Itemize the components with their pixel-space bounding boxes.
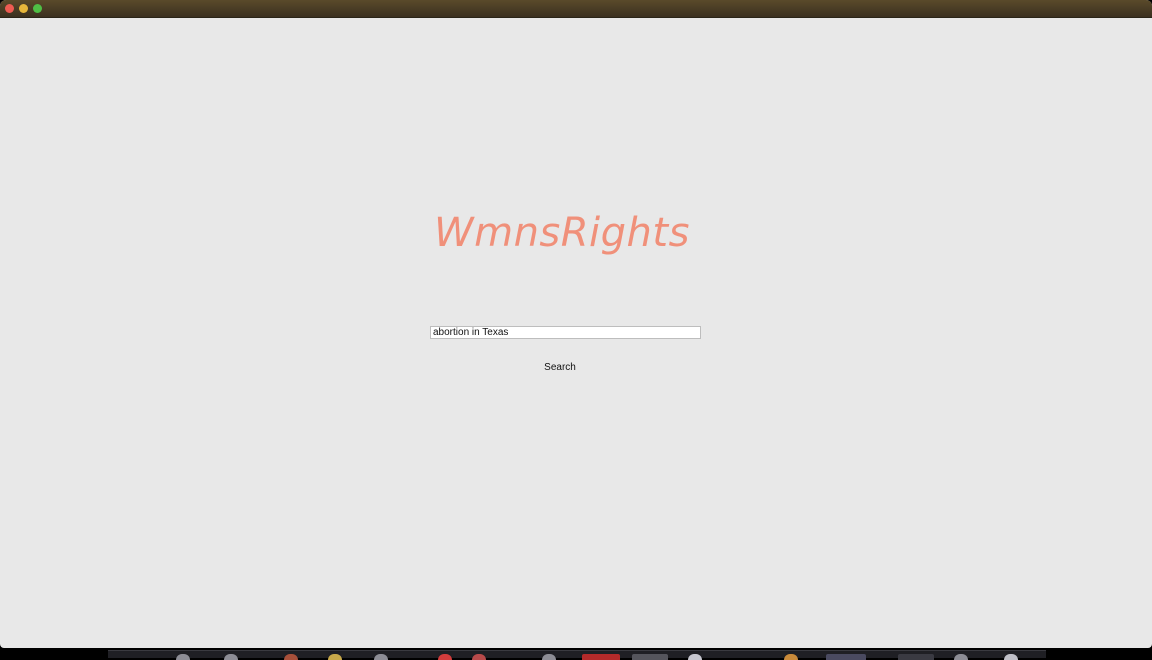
dock-app-icon[interactable]: [784, 654, 798, 660]
dock-app-icon[interactable]: [826, 654, 866, 660]
dock-app-icon[interactable]: [542, 654, 556, 660]
dock-app-icon[interactable]: [688, 654, 702, 660]
dock-app-icon[interactable]: [328, 654, 342, 660]
app-window: WmnsRights Search: [0, 0, 1152, 648]
minimize-window-icon[interactable]: [19, 4, 28, 13]
dock-app-icon[interactable]: [898, 654, 934, 660]
dock-app-icon[interactable]: [1004, 654, 1018, 660]
dock-app-icon[interactable]: [224, 654, 238, 660]
title-bar[interactable]: [0, 0, 1152, 18]
dock-app-icon[interactable]: [582, 654, 620, 660]
dock-app-icon[interactable]: [632, 654, 668, 660]
dock-app-icon[interactable]: [374, 654, 388, 660]
dock-app-icon[interactable]: [176, 654, 190, 660]
search-button[interactable]: Search: [533, 359, 587, 375]
dock-app-icon[interactable]: [472, 654, 486, 660]
app-title: WmnsRights: [434, 210, 690, 256]
dock-app-icon[interactable]: [954, 654, 968, 660]
search-input[interactable]: [430, 326, 701, 339]
dock-app-icon[interactable]: [438, 654, 452, 660]
maximize-window-icon[interactable]: [33, 4, 42, 13]
dock-app-icon[interactable]: [284, 654, 298, 660]
close-window-icon[interactable]: [5, 4, 14, 13]
